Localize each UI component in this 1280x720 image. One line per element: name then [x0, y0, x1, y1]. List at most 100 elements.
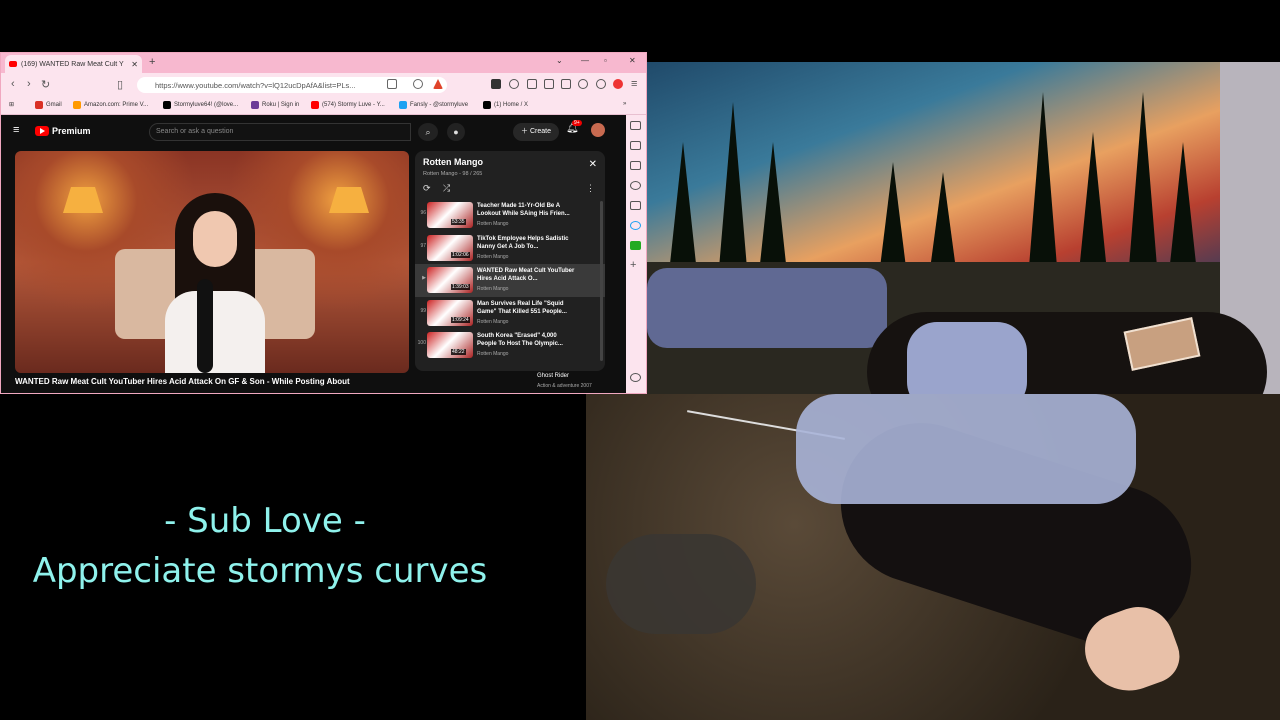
close-window-button[interactable]: ✕ — [629, 56, 636, 65]
roku-icon — [251, 101, 259, 109]
pillow — [907, 322, 1027, 402]
url-field[interactable]: https://www.youtube.com/watch?v=lQ12ucDp… — [137, 77, 447, 93]
apps-icon[interactable]: ⊞ — [9, 101, 14, 108]
more-options-icon[interactable]: ⋮ — [586, 183, 595, 194]
playlist-item[interactable]: 99 1:09:24 Man Survives Real Life "Squid… — [415, 297, 605, 330]
bookmark-x-profile[interactable]: Stormyluve64! (@love... — [163, 101, 238, 109]
item-channel: Rotten Mango — [477, 253, 509, 260]
shield-icon[interactable] — [413, 79, 423, 89]
bookmark-icon[interactable]: ▯ — [117, 78, 123, 91]
bookmarks-panel-icon[interactable] — [630, 141, 641, 150]
close-tab-icon[interactable]: ✕ — [131, 60, 138, 69]
leo-panel-icon[interactable] — [630, 181, 641, 190]
sidebar-settings-icon[interactable] — [630, 373, 641, 382]
add-panel-icon[interactable]: + — [630, 260, 641, 271]
item-channel: Rotten Mango — [477, 286, 509, 292]
close-icon[interactable]: ✕ — [589, 159, 597, 170]
bookmark-label: Amazon.com: Prime V... — [84, 102, 149, 108]
bookmark-label: Gmail — [46, 102, 62, 108]
shuffle-icon[interactable]: ⤮ — [443, 183, 450, 194]
back-icon[interactable]: ‹ — [11, 78, 15, 90]
loop-icon[interactable]: ⟳ — [423, 183, 431, 194]
video-thumbnail — [427, 332, 473, 358]
host-body — [165, 291, 265, 373]
bookmark-x-home[interactable]: (1) Home / X — [483, 101, 528, 109]
avatar[interactable] — [591, 123, 605, 137]
search-input[interactable]: Search or ask a question — [149, 123, 411, 141]
gmail-icon — [35, 101, 43, 109]
create-button[interactable]: ＋ Create — [513, 123, 559, 141]
bookmark-fansly[interactable]: Fansly - @stormyluve — [399, 101, 468, 109]
wallet-panel-icon[interactable] — [630, 161, 641, 170]
item-channel: Rotten Mango — [477, 318, 509, 325]
leo-icon[interactable] — [578, 79, 588, 89]
playlist-item[interactable]: 96 53:35 Teacher Made 11-Yr-Old Be A Loo… — [415, 199, 605, 232]
item-number: 99 — [420, 307, 426, 314]
vpn-icon[interactable] — [596, 79, 606, 89]
extension-icon[interactable] — [491, 79, 501, 89]
maximize-button[interactable]: ▫ — [604, 56, 607, 65]
bookmark-label: Stormyluve64! (@love... — [174, 102, 239, 108]
forward-icon[interactable]: › — [27, 78, 31, 90]
blanket — [796, 394, 1136, 504]
recommended-title[interactable]: Ghost Rider — [537, 373, 569, 379]
bookmark-label: Roku | Sign in — [262, 102, 300, 108]
playlist-item-active[interactable]: ▶ 1:39:03 WANTED Raw Meat Cult YouTuber … — [415, 264, 605, 297]
hamburger-menu-icon[interactable]: ≡ — [13, 124, 19, 136]
bookmark-label: Fansly - @stormyluve — [410, 102, 469, 108]
x-icon — [163, 101, 171, 109]
item-title: South Korea "Erased" 4,000 People To Hos… — [477, 333, 563, 347]
overlay-line-1: - Sub Love - — [164, 501, 366, 541]
now-playing-icon: ▶ — [422, 275, 426, 281]
new-tab-button[interactable]: + — [149, 56, 155, 68]
playlist-scrollbar[interactable] — [600, 201, 603, 361]
history-panel-icon[interactable] — [630, 201, 641, 210]
duration-badge: 1:39:03 — [451, 284, 470, 290]
tab-title: (169) WANTED Raw Meat Cult Y — [21, 60, 124, 68]
profile-icon[interactable] — [613, 79, 623, 89]
browser-sidebar: + — [626, 115, 646, 393]
item-number: 100 — [417, 340, 426, 346]
browser-tab[interactable]: (169) WANTED Raw Meat Cult Y ✕ — [5, 55, 142, 73]
reading-list-icon[interactable] — [630, 121, 641, 130]
item-title: TikTok Employee Helps Sadistic Nanny Get… — [477, 235, 569, 250]
cast-icon[interactable] — [387, 79, 397, 89]
item-title: WANTED Raw Meat Cult YouTuber Hires Acid… — [477, 268, 575, 282]
wallet-icon[interactable] — [561, 79, 571, 89]
video-title: WANTED Raw Meat Cult YouTuber Hires Acid… — [15, 377, 350, 386]
duration-badge: 53:35 — [451, 219, 466, 225]
browser-window: (169) WANTED Raw Meat Cult Y ✕ + ⌄ — ▫ ✕… — [0, 52, 647, 394]
webcam-feed-bottom — [586, 394, 1280, 720]
minimize-button[interactable]: — — [581, 56, 589, 65]
playlist-items: 96 53:35 Teacher Made 11-Yr-Old Be A Loo… — [415, 199, 605, 362]
youtube-icon — [311, 101, 319, 109]
fansly-panel-icon[interactable] — [630, 221, 641, 230]
duration-badge: 1:09:24 — [451, 316, 470, 323]
gear-icon[interactable] — [509, 79, 519, 89]
more-bookmarks-icon[interactable]: » — [623, 101, 626, 107]
youtube-logo[interactable]: Premium — [35, 126, 91, 136]
stream-overlay-text: - Sub Love - Appreciate stormys curves — [0, 496, 560, 596]
playlist-panel: Rotten Mango Rotten Mango - 98 / 265 ✕ ⟳… — [415, 151, 605, 371]
playlist-subtitle: Rotten Mango - 98 / 265 — [423, 171, 483, 177]
music-icon[interactable] — [527, 79, 537, 89]
menu-icon[interactable]: ≡ — [631, 78, 637, 90]
bookmark-youtube[interactable]: (574) Stormy Luve - Y... — [311, 101, 385, 109]
playlist-item[interactable]: 97 1:02:06 TikTok Employee Helps Sadisti… — [415, 232, 605, 265]
bookmark-amazon[interactable]: Amazon.com: Prime V... — [73, 101, 148, 109]
lamp-right — [329, 187, 369, 213]
bookmark-gmail[interactable]: Gmail — [35, 101, 62, 109]
playlist-title[interactable]: Rotten Mango — [423, 157, 483, 167]
playlist-item[interactable]: 100 48:22 South Korea "Erased" 4,000 Peo… — [415, 329, 605, 362]
chevron-down-icon[interactable]: ⌄ — [556, 56, 563, 65]
bookmark-label: (574) Stormy Luve - Y... — [322, 102, 385, 108]
bookmark-roku[interactable]: Roku | Sign in — [251, 101, 299, 109]
reload-icon[interactable]: ↻ — [41, 78, 50, 91]
video-player[interactable] — [15, 151, 409, 373]
microphone-icon[interactable]: ● — [447, 123, 465, 141]
item-number: 96 — [420, 210, 426, 216]
sidebar-icon[interactable] — [544, 79, 554, 89]
search-icon[interactable]: ⌕ — [418, 123, 438, 141]
app-panel-icon[interactable] — [630, 241, 641, 250]
item-title: Teacher Made 11-Yr-Old Be A Lookout Whil… — [477, 203, 570, 217]
